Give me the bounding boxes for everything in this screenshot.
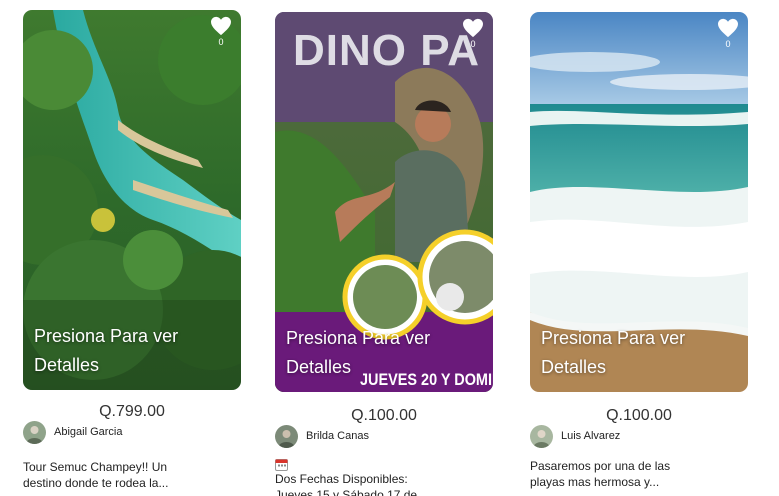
seller-info[interactable]: Brilda Canas: [275, 424, 369, 448]
like-count: 0: [725, 39, 731, 49]
description-line-2: Jueves 15 y Sábado 17 de...: [275, 488, 428, 496]
like-button[interactable]: 0: [716, 18, 740, 49]
avatar: [530, 424, 553, 448]
heart-icon: [211, 16, 231, 36]
heart-icon: [718, 18, 738, 38]
like-count: 0: [470, 39, 476, 49]
description-text-1: Dos Fechas Disponibles:: [275, 472, 408, 486]
like-button[interactable]: 0: [209, 16, 233, 47]
description-line-1: Dos Fechas Disponibles:: [275, 458, 487, 487]
details-overlay: Presiona Para ver Detalles: [286, 324, 430, 382]
heart-icon: [463, 18, 483, 38]
listing-description: Tour Semuc Champey!! Un destino donde te…: [23, 459, 235, 491]
description-line-2: destino donde te rodea la...: [23, 476, 169, 490]
avatar: [275, 424, 298, 448]
seller-name: Abigail Garcia: [54, 426, 123, 438]
listing-price: Q.799.00: [99, 403, 165, 420]
seller-name: Brilda Canas: [306, 430, 369, 442]
listing-image-2[interactable]: DINO PA JUEVES 20 Y DOMIN 0 Presiona Par…: [275, 12, 493, 392]
calendar-icon: [275, 458, 288, 471]
overlay-line-1: Presiona Para ver: [34, 326, 179, 346]
seller-info[interactable]: Luis Alvarez: [530, 424, 620, 448]
listing-description: Dos Fechas Disponibles: Jueves 15 y Sába…: [275, 458, 487, 496]
seller-name: Luis Alvarez: [561, 430, 621, 442]
listing-image-1[interactable]: 0 Presiona Para ver Detalles: [23, 10, 241, 390]
overlay-line-1: Presiona Para ver: [286, 328, 431, 348]
avatar: [23, 420, 46, 444]
listing-price: Q.100.00: [606, 407, 672, 424]
like-count: 0: [218, 37, 224, 47]
overlay-line-2: Detalles: [541, 357, 607, 377]
listing-price: Q.100.00: [351, 407, 417, 424]
description-line-1: Tour Semuc Champey!! Un: [23, 460, 168, 474]
details-overlay: Presiona Para ver Detalles: [34, 322, 178, 380]
overlay-line-1: Presiona Para ver: [541, 328, 686, 348]
like-button[interactable]: 0: [461, 18, 485, 49]
description-line-2: playas mas hermosa y...: [530, 475, 660, 489]
seller-info[interactable]: Abigail Garcia: [23, 420, 122, 444]
listing-image-3[interactable]: 0 Presiona Para ver Detalles: [530, 12, 748, 392]
overlay-line-2: Detalles: [286, 357, 352, 377]
poster-title: DINO PA: [293, 26, 481, 75]
overlay-line-2: Detalles: [34, 355, 100, 375]
listing-description: Pasaremos por una de las playas mas herm…: [530, 458, 742, 490]
description-line-1: Pasaremos por una de las: [530, 459, 671, 473]
details-overlay: Presiona Para ver Detalles: [541, 324, 685, 382]
